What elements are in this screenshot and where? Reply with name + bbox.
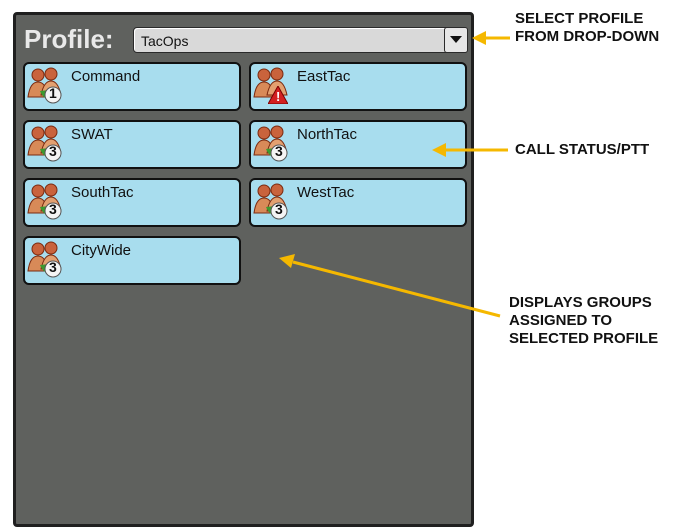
annotation-displays-groups: DISPLAYS GROUPS ASSIGNED TO SELECTED PRO… [509, 294, 658, 348]
annotation-line: ASSIGNED TO [509, 312, 613, 329]
arrow-displays-groups [279, 254, 501, 318]
arrow-call-status [432, 143, 508, 157]
arrow-select-profile [472, 31, 510, 45]
annotation-line: DISPLAYS GROUPS [509, 294, 652, 311]
annotation-line: FROM DROP-DOWN [515, 28, 660, 45]
annotation-line: CALL STATUS/PTT [515, 141, 650, 158]
annotation-select-profile: SELECT PROFILE FROM DROP-DOWN [515, 10, 659, 46]
annotation-line: SELECTED PROFILE [509, 330, 659, 347]
annotation-call-status: CALL STATUS/PTT [515, 141, 649, 159]
annotation-line: SELECT PROFILE [515, 10, 644, 27]
annotation-arrows [279, 31, 510, 318]
